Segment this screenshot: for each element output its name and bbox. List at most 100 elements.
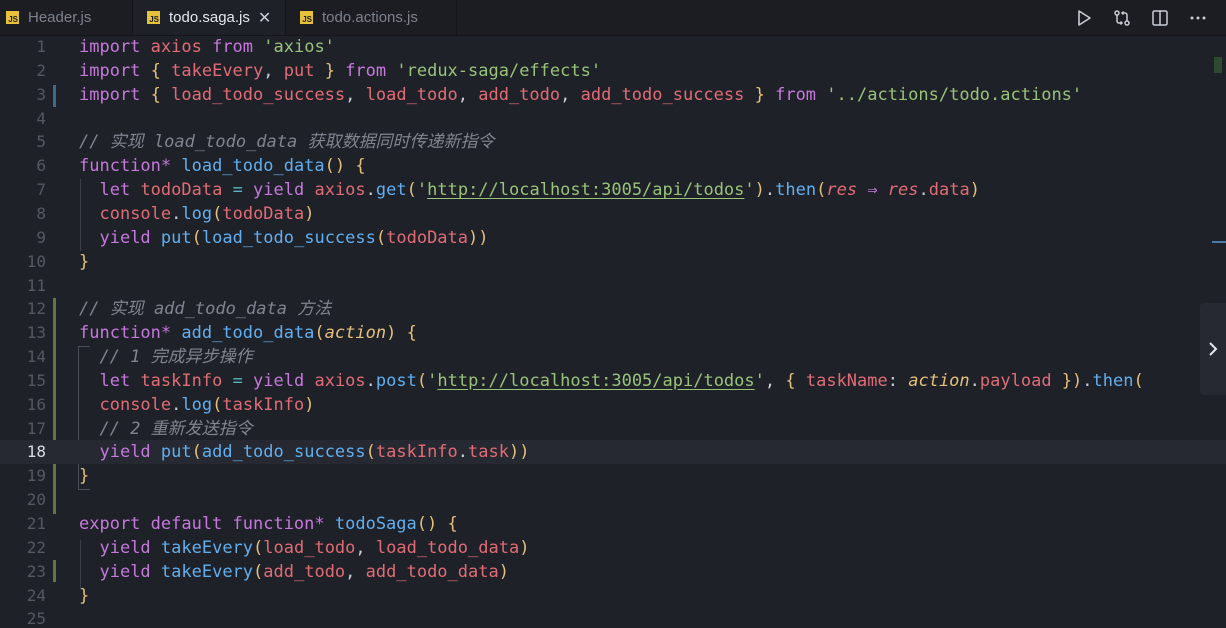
code-token: ) [519,537,530,558]
code-token: ( [212,394,223,415]
code-token: takeEvery [171,60,264,81]
line-number[interactable]: 24 [0,584,46,608]
code-line[interactable]: 7 let todoData = yield axios.get('http:/… [0,178,1226,202]
split-editor-icon[interactable] [1150,8,1170,28]
code-line[interactable]: 16 console.log(taskInfo) [0,393,1226,417]
code-token: from [345,60,397,81]
code-line[interactable]: 3 import { load_todo_success, load_todo, … [0,83,1226,107]
line-number[interactable]: 23 [0,560,46,584]
line-number[interactable]: 16 [0,393,46,417]
line-number[interactable]: 6 [0,154,46,178]
code-line[interactable]: 14 // 1 完成异步操作 [0,345,1226,369]
code-token: task [468,442,509,463]
code-token: axios [314,180,366,201]
code-line[interactable]: 4 [0,107,1226,131]
line-number[interactable]: 20 [0,488,46,512]
line-number[interactable]: 19 [0,464,46,488]
line-number[interactable]: 21 [0,512,46,536]
code-line[interactable]: 22 yield takeEvery(load_todo, load_todo_… [0,536,1226,560]
code-line[interactable]: 19} [0,464,1226,488]
code-token: . [171,203,182,224]
tab-label: todo.actions.js [322,9,418,26]
code-token: load_todo [263,537,356,558]
code-token: . [457,442,469,463]
line-number[interactable]: 18 [0,440,46,464]
code-token: load_todo_success [171,84,346,105]
code-token: ) [754,180,765,201]
code-line[interactable]: 5 // 实现 load_todo_data 获取数据同时传递新指令 [0,130,1226,154]
code-token: 'axios' [263,37,335,57]
line-number[interactable]: 9 [0,226,46,250]
line-number[interactable]: 13 [0,321,46,345]
line-number[interactable]: 7 [0,178,46,202]
code-token: ( [375,227,387,248]
code-text: // 实现 load_todo_data 获取数据同时传递新指令 [79,130,494,154]
code-token: taskInfo [140,370,233,391]
code-token: load_todo_data [375,537,520,558]
code-line[interactable]: 21 export default function* todoSaga() { [0,512,1226,536]
line-number[interactable]: 1 [0,35,46,59]
line-number[interactable]: 14 [0,345,46,369]
code-editor[interactable]: 1 import axios from 'axios' 2 import { take… [0,35,1226,628]
line-number[interactable]: 25 [0,607,46,628]
line-number[interactable]: 15 [0,369,46,393]
tab-todo-actions-js[interactable]: JS todo.actions.js [286,0,457,35]
code-token: ( [212,203,223,224]
code-line[interactable]: 25 [0,607,1226,628]
code-token: 'redux-saga/effects' [396,60,602,81]
code-token: takeEvery [160,537,254,558]
code-line[interactable]: 13 function* add_todo_data(action) { [0,321,1226,345]
compare-changes-icon[interactable] [1112,8,1132,28]
code-text: function* load_todo_data() { [79,154,366,178]
code-line[interactable]: 9 yield put(load_todo_success(todoData)) [0,226,1226,250]
line-number[interactable]: 8 [0,202,46,226]
code-token: load_todo_success [201,227,376,248]
code-text: yield takeEvery(add_todo, add_todo_data) [79,560,508,584]
line-number[interactable]: 10 [0,250,46,274]
tab-header-js[interactable]: JS Header.js [0,0,133,35]
code-text: } [79,464,89,488]
line-number[interactable]: 5 [0,130,46,154]
code-token: ' [416,180,428,201]
code-token: todoData [386,227,469,248]
line-number[interactable]: 17 [0,417,46,441]
code-token: post [375,370,417,391]
code-text: let taskInfo = yield axios.post('http://… [79,369,1143,393]
code-line[interactable]: 17 // 2 重新发送指令 [0,417,1226,441]
code-line[interactable]: 11 [0,274,1226,298]
code-line[interactable]: 23 yield takeEvery(add_todo, add_todo_da… [0,560,1226,584]
code-line[interactable]: 8 console.log(todoData) [0,202,1226,226]
code-token: res [826,180,868,201]
code-token: yield [99,227,161,248]
code-text: import axios from 'axios' [79,35,335,59]
tab-todo-saga-js[interactable]: JS todo.saga.js ✕ [133,0,286,35]
close-icon[interactable]: ✕ [258,8,271,28]
code-token: , [345,84,366,105]
more-actions-icon[interactable] [1188,8,1208,28]
code-token: ( [816,180,827,201]
code-token: ' [754,370,765,391]
code-line[interactable]: 15 let taskInfo = yield axios.post('http… [0,369,1226,393]
code-line[interactable]: 10} [0,250,1226,274]
code-line[interactable]: 24} [0,584,1226,608]
code-text: } [79,584,89,608]
code-line[interactable]: 20 [0,488,1226,512]
code-line[interactable]: 6 function* load_todo_data() { [0,154,1226,178]
line-number[interactable]: 2 [0,59,46,83]
code-token: ( [191,442,202,463]
code-line[interactable]: 18 yield put(add_todo_success(taskInfo.t… [0,440,1226,465]
code-line[interactable]: 1 import axios from 'axios' [0,35,1226,59]
line-number[interactable]: 22 [0,536,46,560]
line-number[interactable]: 12 [0,297,46,321]
chevron-right-icon[interactable] [1200,303,1226,395]
code-token: ( [191,227,202,248]
line-number[interactable]: 4 [0,107,46,131]
code-line[interactable]: 2 import { takeEvery, put } from 'redux-s… [0,59,1226,83]
line-number[interactable]: 11 [0,274,46,298]
code-token: . [969,370,980,391]
line-number[interactable]: 3 [0,83,46,107]
code-line[interactable]: 12 // 实现 add_todo_data 方法 [0,297,1226,321]
run-icon[interactable] [1074,8,1094,28]
